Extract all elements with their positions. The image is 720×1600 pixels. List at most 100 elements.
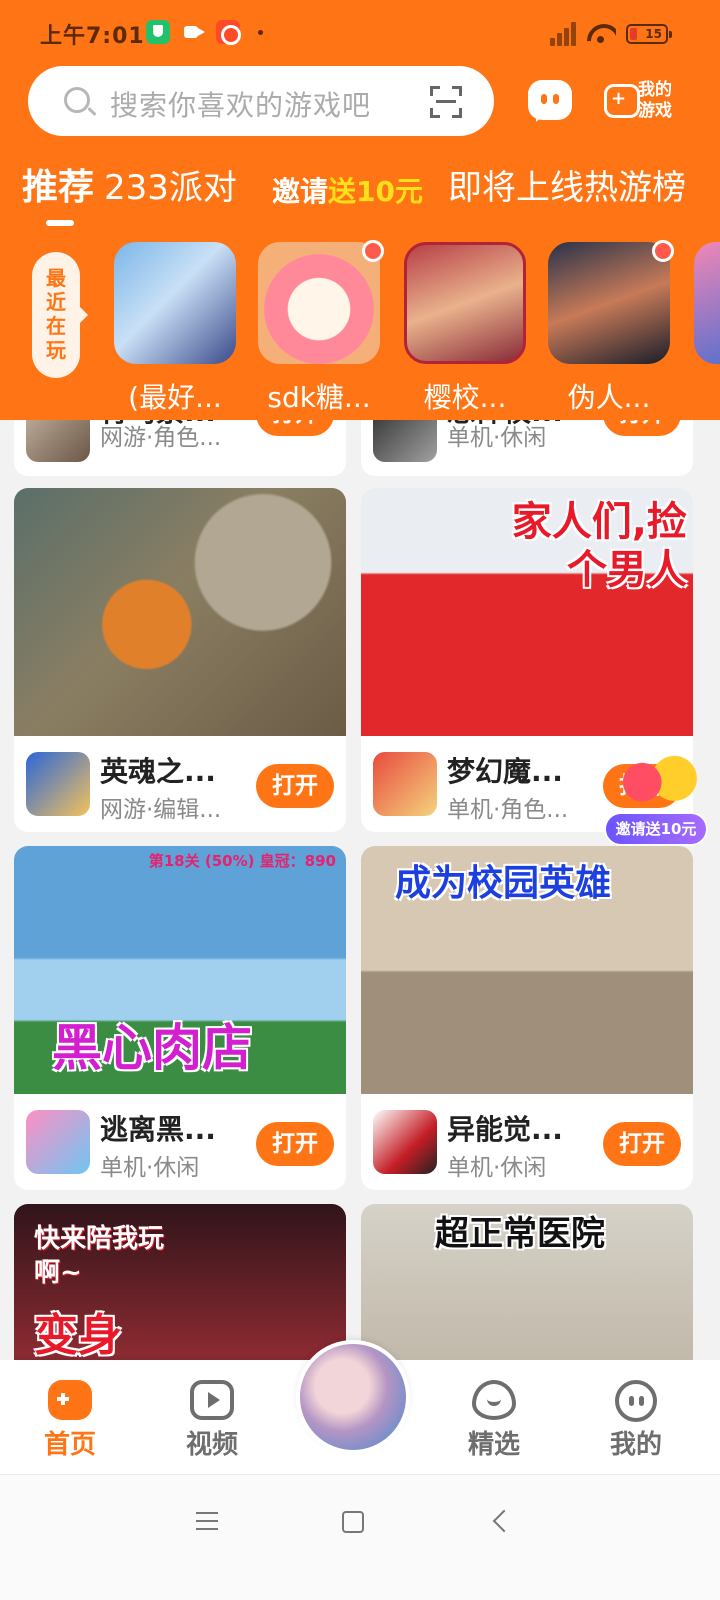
- game-tags: 网游·编辑...: [100, 797, 222, 823]
- open-button[interactable]: 打开: [256, 764, 334, 808]
- my-games-button[interactable]: 我的游戏: [604, 80, 680, 124]
- game-screenshot: 超正常医院: [361, 1204, 693, 1360]
- nav-featured[interactable]: 精选: [434, 1360, 554, 1474]
- tab-recommend[interactable]: 推荐: [22, 162, 94, 214]
- video-record-icon: [182, 20, 206, 44]
- tab-invite[interactable]: 邀请送10元: [272, 166, 423, 218]
- recent-game-1[interactable]: (最好...: [114, 242, 236, 414]
- tab-active-indicator: [46, 220, 74, 226]
- recent-game-name: sdk糖...: [267, 381, 371, 414]
- game-tags: 单机·休闲: [447, 425, 547, 451]
- invite-reward-label: 邀请送10元: [604, 812, 708, 846]
- home-icon[interactable]: [342, 1511, 364, 1533]
- recent-game-5[interactable]: [694, 242, 720, 364]
- game-icon: [26, 752, 90, 816]
- status-time: 上午7:01: [40, 24, 145, 49]
- game-screenshot: [14, 488, 346, 736]
- nav-label: 我的: [609, 1430, 662, 1460]
- game-info: 英魂之... 网游·编辑... 打开: [14, 736, 346, 832]
- recent-game-name: (最好...: [128, 381, 222, 414]
- battery-icon: 15: [626, 24, 672, 44]
- game-tags: 单机·休闲: [100, 1155, 200, 1181]
- category-tabs: 推荐 233派对 邀请送10元 即将上线 热游榜: [0, 162, 720, 218]
- game-info: 逃离黑... 单机·休闲 打开: [14, 1094, 346, 1190]
- recent-game-thumbnail: [548, 242, 670, 364]
- center-avatar-button[interactable]: [296, 1340, 410, 1454]
- recent-played-label[interactable]: 最近在玩: [32, 252, 88, 378]
- nav-label: 首页: [43, 1430, 96, 1460]
- game-icon: [26, 1110, 90, 1174]
- game-card[interactable]: 英魂之... 网游·编辑... 打开: [14, 488, 346, 832]
- open-button[interactable]: 打开: [603, 1122, 681, 1166]
- heart-icon: [472, 1380, 516, 1420]
- recent-game-thumbnail: [694, 242, 720, 364]
- kuaishou-app-icon: [216, 20, 241, 45]
- game-card[interactable]: 成为校园英雄 异能觉... 单机·休闲 打开: [361, 846, 693, 1190]
- game-tags: 网游·角色...: [100, 425, 222, 451]
- cell-signal-icon: [548, 20, 578, 46]
- message-icon-tail: [536, 114, 544, 122]
- nav-label: 精选: [467, 1430, 520, 1460]
- recent-game-2[interactable]: sdk糖...: [258, 240, 384, 414]
- game-title: 梦幻魔...: [447, 755, 563, 788]
- tab-hot-chart[interactable]: 热游榜: [584, 162, 686, 214]
- gamepad-icon: [48, 1380, 92, 1420]
- game-title: 逃离黑...: [100, 1113, 216, 1146]
- game-title: 英魂之...: [100, 755, 216, 788]
- screenshot-caption: 黑心肉店: [52, 1019, 252, 1077]
- game-card[interactable]: 快来陪我玩啊~ 变身: [14, 1204, 346, 1360]
- recent-game-name: 伪人...: [567, 381, 651, 414]
- status-bar: 上午7:01 15: [0, 0, 720, 66]
- scan-icon[interactable]: [430, 86, 462, 118]
- back-icon[interactable]: [492, 1509, 516, 1533]
- my-games-label: 我的游戏: [638, 80, 672, 121]
- game-feed[interactable]: 青鸟素... 网游·角色... 打开 恐怖校... 单机·休闲 打开 英魂之..…: [0, 412, 720, 1360]
- game-info: 异能觉... 单机·休闲 打开: [361, 1094, 693, 1190]
- open-button[interactable]: 打开: [256, 1122, 334, 1166]
- nav-video[interactable]: 视频: [152, 1360, 272, 1474]
- screenshot-caption: 超正常医院: [435, 1214, 605, 1254]
- search-input[interactable]: 搜索你喜欢的游戏吧: [28, 66, 494, 136]
- search-icon: [64, 87, 90, 113]
- tab-invite-label: 邀请: [272, 175, 329, 208]
- game-card[interactable]: 青鸟素... 网游·角色... 打开: [14, 412, 346, 476]
- game-hud-text: 第18关 (50%) 皇冠：890: [148, 852, 336, 870]
- screenshot-caption: 成为校园英雄: [395, 863, 612, 904]
- invite-reward-float[interactable]: 邀请送10元: [600, 748, 708, 848]
- game-screenshot: 成为校园英雄: [361, 846, 693, 1094]
- recent-game-thumbnail: [404, 242, 526, 364]
- nav-mine[interactable]: 我的: [576, 1360, 696, 1474]
- game-card[interactable]: 第18关 (50%) 皇冠：890 黑心肉店 逃离黑... 单机·休闲 打开: [14, 846, 346, 1190]
- search-placeholder: 搜索你喜欢的游戏吧: [110, 89, 372, 122]
- recent-game-4[interactable]: 伪人...: [548, 240, 674, 414]
- system-navigation-bar: [0, 1474, 720, 1600]
- tab-invite-amount: 送10元: [328, 175, 423, 208]
- game-tags: 单机·休闲: [447, 1155, 547, 1181]
- game-tags: 单机·角色...: [447, 797, 569, 823]
- update-badge: [652, 240, 674, 262]
- game-screenshot: 第18关 (50%) 皇冠：890 黑心肉店: [14, 846, 346, 1094]
- tab-233-party[interactable]: 233派对: [104, 162, 237, 214]
- game-screenshot: 家人们,捡个男人: [361, 488, 693, 736]
- screenshot-caption: 家人们,捡个男人: [511, 499, 687, 593]
- game-card[interactable]: 恐怖校... 单机·休闲 打开: [361, 412, 693, 476]
- message-icon[interactable]: [528, 80, 572, 120]
- game-card[interactable]: 超正常医院: [361, 1204, 693, 1360]
- nav-label: 视频: [185, 1430, 238, 1460]
- game-title: 异能觉...: [447, 1113, 563, 1146]
- game-icon: [373, 1110, 437, 1174]
- recent-game-thumbnail: [258, 242, 380, 364]
- face-icon: [615, 1380, 657, 1422]
- more-notifications-dot-icon: [258, 30, 263, 35]
- nav-home[interactable]: 首页: [10, 1360, 130, 1474]
- recent-game-3[interactable]: 樱校...: [404, 242, 526, 414]
- tab-coming-soon[interactable]: 即将上线: [448, 162, 584, 214]
- menu-icon[interactable]: [196, 1512, 218, 1530]
- screenshot-caption-top: 快来陪我玩啊~: [34, 1224, 165, 1288]
- header: 上午7:01 15 搜索你喜欢的游戏吧 我的游戏 推荐 233派对 邀请送10元…: [0, 0, 720, 420]
- game-icon: [373, 752, 437, 816]
- update-badge: [362, 240, 384, 262]
- gamepad-icon: [604, 84, 640, 118]
- security-shield-icon: [146, 20, 170, 44]
- play-icon: [190, 1380, 234, 1420]
